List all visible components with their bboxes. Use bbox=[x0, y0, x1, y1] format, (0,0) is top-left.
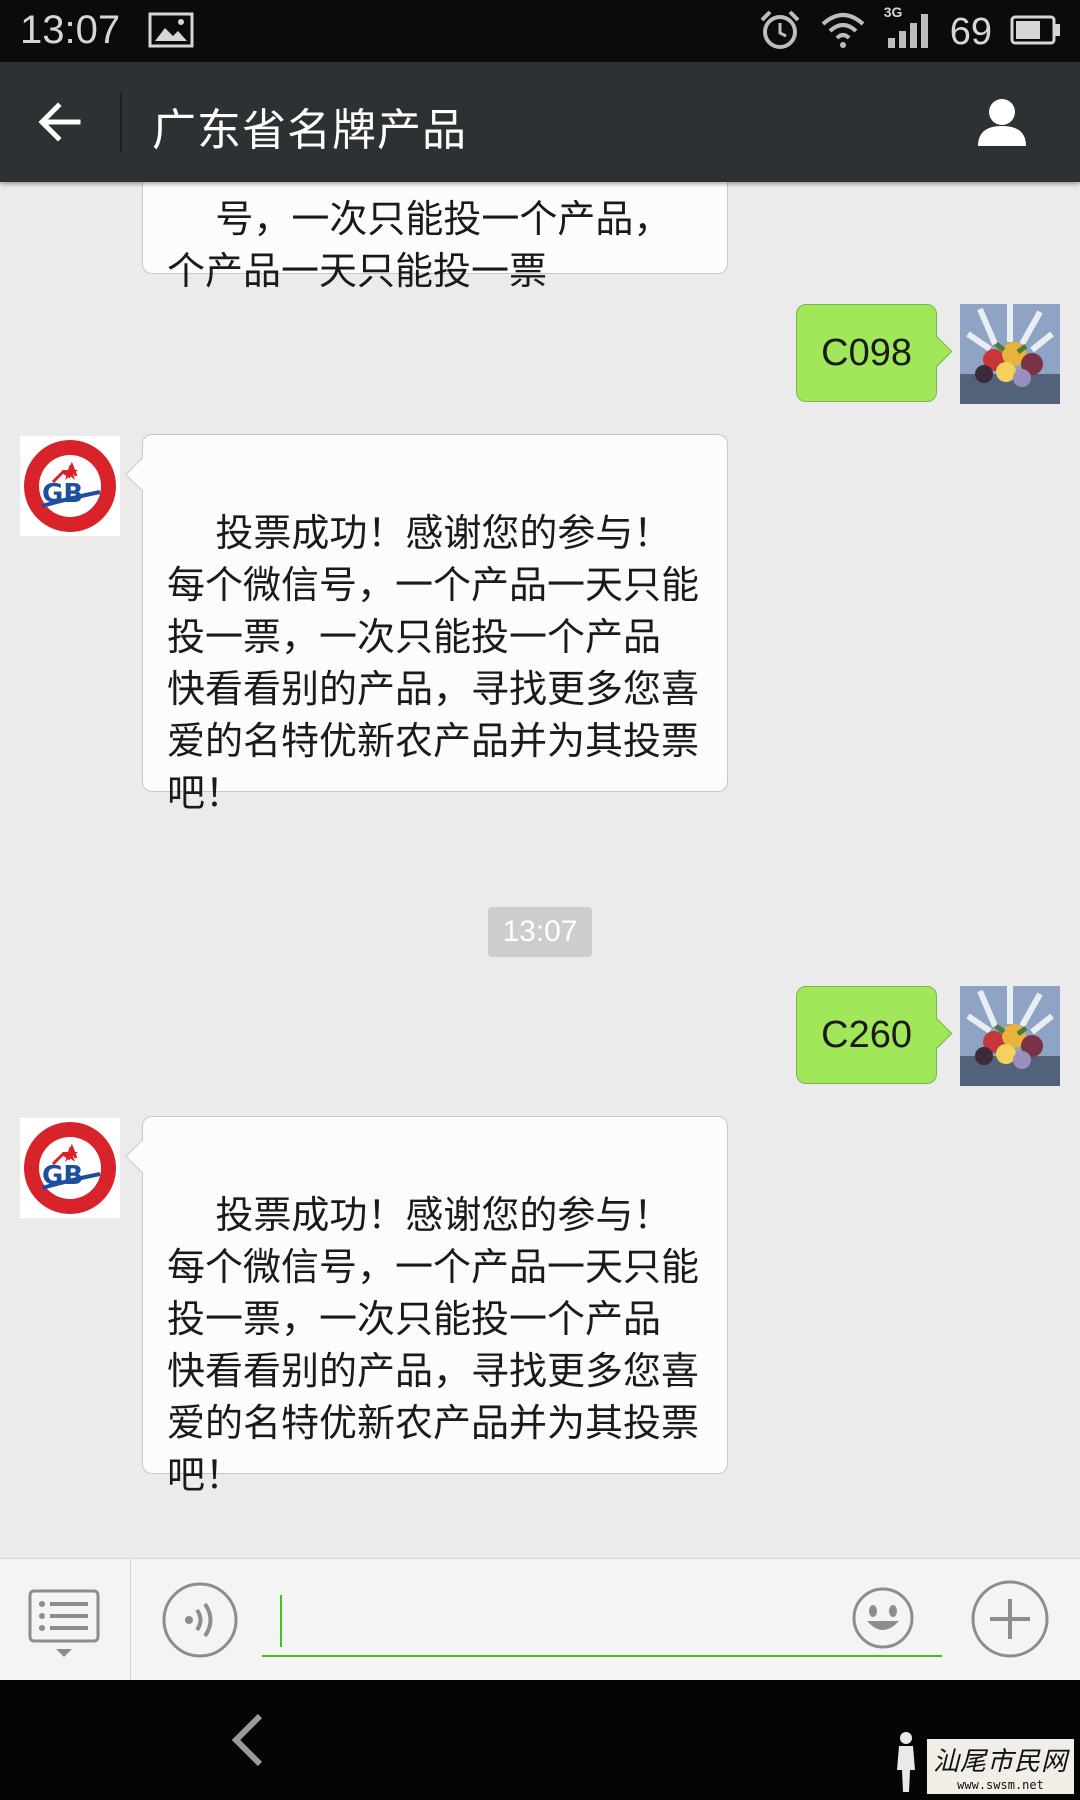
page-title: 广东省名牌产品 bbox=[152, 105, 467, 156]
message-incoming[interactable]: 投票成功！感谢您的参与！ 每个微信号，一个产品一天只能投一票，一次只能投一个产品… bbox=[142, 434, 728, 815]
message-input[interactable] bbox=[262, 1575, 942, 1657]
message-incoming[interactable]: 投票成功！感谢您的参与！ 每个微信号，一个产品一天只能投一票，一次只能投一个产品… bbox=[142, 1116, 728, 1497]
person-icon[interactable] bbox=[976, 96, 1028, 148]
message-text: C098 bbox=[821, 332, 912, 374]
battery-percent: 69 bbox=[949, 10, 992, 53]
signal-icon: 3G bbox=[884, 4, 932, 54]
brand-avatar[interactable]: GB bbox=[20, 436, 120, 536]
menu-list-icon[interactable] bbox=[24, 1585, 104, 1665]
voice-icon[interactable] bbox=[162, 1582, 238, 1658]
back-arrow-icon[interactable] bbox=[36, 98, 84, 146]
plus-icon[interactable] bbox=[970, 1579, 1050, 1659]
title-divider bbox=[120, 92, 122, 152]
chat-messages[interactable]: 号，一次只能投一个产品， 个产品一天只能投一票 C098 GB 投票成功！感谢您… bbox=[0, 182, 1080, 1558]
message-incoming-partial[interactable]: 号，一次只能投一个产品， 个产品一天只能投一票 bbox=[142, 182, 728, 293]
battery-icon bbox=[1010, 15, 1062, 49]
watermark: 汕尾市民网 www.swsm.net bbox=[891, 1730, 1074, 1794]
status-time: 13:07 bbox=[20, 8, 121, 52]
message-text: C260 bbox=[821, 1014, 912, 1056]
status-bar: 13:07 3G 69 bbox=[0, 0, 1080, 62]
network-type: 3G bbox=[883, 4, 903, 20]
alarm-icon bbox=[758, 8, 802, 56]
status-icons: 3G 69 bbox=[758, 4, 1062, 56]
watermark-label: 汕尾市民网 www.swsm.net bbox=[926, 1739, 1074, 1794]
user-avatar[interactable] bbox=[960, 304, 1060, 404]
emoji-icon[interactable] bbox=[852, 1587, 914, 1649]
message-text: 投票成功！感谢您的参与！ 每个微信号，一个产品一天只能投一票，一次只能投一个产品… bbox=[167, 1193, 700, 1497]
title-bar: 广东省名牌产品 bbox=[0, 62, 1080, 182]
message-timestamp: 13:07 bbox=[488, 907, 592, 957]
nav-back-icon[interactable] bbox=[220, 1710, 280, 1770]
message-outgoing[interactable]: C260 bbox=[796, 986, 937, 1084]
watermark-figure-icon bbox=[891, 1730, 921, 1794]
message-text: 投票成功！感谢您的参与！ 每个微信号，一个产品一天只能投一票，一次只能投一个产品… bbox=[167, 511, 700, 815]
text-cursor bbox=[280, 1595, 282, 1647]
wifi-icon bbox=[820, 10, 866, 54]
message-outgoing[interactable]: C098 bbox=[796, 304, 937, 402]
message-text: 号，一次只能投一个产品， 个产品一天只能投一票 bbox=[167, 197, 672, 293]
navigation-bar: 汕尾市民网 www.swsm.net bbox=[0, 1680, 1080, 1800]
input-bar bbox=[0, 1558, 1080, 1681]
watermark-main-text: 汕尾市民网 bbox=[932, 1747, 1068, 1777]
input-divider bbox=[130, 1559, 131, 1681]
image-icon bbox=[148, 12, 194, 48]
brand-avatar[interactable]: GB bbox=[20, 1118, 120, 1218]
user-avatar[interactable] bbox=[960, 986, 1060, 1086]
watermark-url: www.swsm.net bbox=[957, 1778, 1044, 1792]
